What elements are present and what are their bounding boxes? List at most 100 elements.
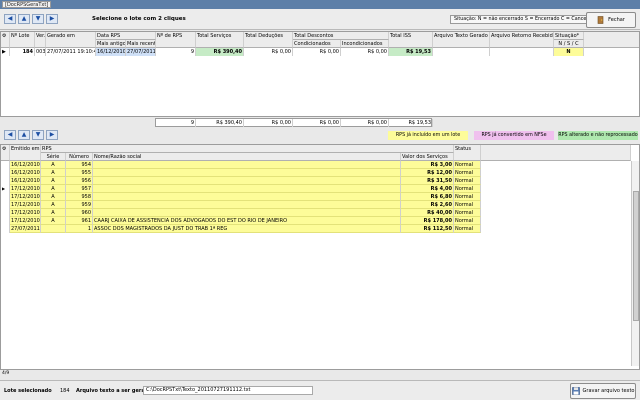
rps-last-button[interactable]: ▶	[46, 130, 58, 140]
rps-serie: A	[41, 217, 66, 225]
col-valor[interactable]: Valor dos Serviços	[401, 153, 454, 161]
col-data-rps[interactable]: Data RPS	[96, 32, 156, 40]
rps-status: Normal	[454, 169, 481, 177]
col-lote[interactable]: Nº Lote	[10, 32, 35, 48]
rps-row[interactable]: ▶ 17/12/2010 A 957 R$ 4,00 Normal	[1, 185, 481, 193]
fechar-button[interactable]: Fechar	[586, 12, 636, 28]
totals-deducoes: R$ 0,00	[244, 119, 293, 127]
arquivo-label: Arquivo texto a ser gerado	[76, 388, 152, 394]
col-situacao-sub[interactable]: N / S / C	[554, 40, 584, 48]
col-total-descontos[interactable]: Total Descontos	[293, 32, 389, 40]
arquivo-path-input[interactable]: C:\DocRPSTxt\Texto_20110727191112.txt	[143, 386, 313, 395]
col-arq-gerado[interactable]: Arquivo Texto Gerado em	[433, 32, 490, 48]
col-serie[interactable]: Série	[41, 153, 66, 161]
lot-row[interactable]: ▶ 184 003 27/07/2011 19:10:46 16/12/2010…	[1, 48, 639, 56]
col-total-iss[interactable]: Total ISS	[389, 32, 433, 48]
row-indicator-icon	[1, 169, 10, 177]
col-condicionados[interactable]: Condicionados	[293, 40, 341, 48]
rps-row[interactable]: 17/12/2010 A 960 R$ 40,00 Normal	[1, 209, 481, 217]
rps-nome: ASSOC DOS MAGISTRADOS DA JUST DO TRAB 1ª…	[93, 225, 401, 233]
rps-emitido: 16/12/2010	[10, 169, 41, 177]
col-mais-recente[interactable]: Mais recente	[126, 40, 156, 48]
rps-serie: A	[41, 169, 66, 177]
scrollbar-thumb[interactable]	[633, 191, 639, 321]
rps-numero: 955	[66, 169, 93, 177]
rps-row[interactable]: 16/12/2010 A 954 R$ 3,00 Normal	[1, 161, 481, 169]
rps-numero: 959	[66, 201, 93, 209]
rps-valor: R$ 31,50	[401, 177, 454, 185]
first-arrow-icon: ◀	[7, 15, 13, 22]
rps-first-button[interactable]: ◀	[4, 130, 16, 140]
col-total-servicos[interactable]: Total Serviços	[196, 32, 244, 48]
lots-grid: ⚙ Nº Lote Ver. Gerado em Data RPS Mais a…	[0, 31, 640, 117]
fechar-label: Fechar	[608, 17, 625, 23]
totals-num-rps: 9	[156, 119, 196, 127]
rps-numero: 957	[66, 185, 93, 193]
rps-serie: A	[41, 201, 66, 209]
first-record-button[interactable]: ◀	[4, 14, 16, 24]
row-indicator-icon	[1, 209, 10, 217]
lot-arq-gerado	[433, 48, 490, 56]
col-num-rps[interactable]: Nº de RPS	[156, 32, 196, 48]
col-emitido[interactable]: Emitido em	[10, 145, 41, 161]
col-rps[interactable]: RPS	[41, 145, 454, 153]
rps-valor: R$ 4,00	[401, 185, 454, 193]
grid-options-icon[interactable]: ⚙	[1, 32, 10, 48]
col-nome[interactable]: Nome/Razão social	[93, 153, 401, 161]
down-arrow-icon: ▼	[35, 131, 41, 138]
lot-situacao: N	[554, 48, 584, 56]
lot-mais-antigo: 16/12/2010	[96, 48, 126, 56]
last-record-button[interactable]: ▶	[46, 14, 58, 24]
lot-incondicionados: R$ 0,00	[341, 48, 389, 56]
row-indicator-icon	[1, 177, 10, 185]
totals-servicos: R$ 390,40	[196, 119, 244, 127]
col-numero[interactable]: Número	[66, 153, 93, 161]
rps-prev-button[interactable]: ▲	[18, 130, 30, 140]
save-disk-icon	[571, 387, 580, 395]
rps-status: Normal	[454, 161, 481, 169]
rps-emitido: 17/12/2010	[10, 193, 41, 201]
rps-nome	[93, 201, 401, 209]
rps-serie: A	[41, 209, 66, 217]
col-incondicionados[interactable]: Incondicionados	[341, 40, 389, 48]
rps-row[interactable]: 16/12/2010 A 956 R$ 31,50 Normal	[1, 177, 481, 185]
rps-numero: 954	[66, 161, 93, 169]
col-status[interactable]: Status	[454, 145, 481, 161]
totals-condicionados: R$ 0,00	[293, 119, 341, 127]
last-arrow-icon: ▶	[49, 15, 55, 22]
col-arq-retorno[interactable]: Arquivo Retorno Recebido em	[490, 32, 554, 48]
rps-numero: 956	[66, 177, 93, 185]
rps-valor: R$ 12,00	[401, 169, 454, 177]
prev-record-button[interactable]: ▲	[18, 14, 30, 24]
rps-emitido: 16/12/2010	[10, 177, 41, 185]
rps-status: Normal	[454, 217, 481, 225]
rps-row[interactable]: 27/07/2011 1 ASSOC DOS MAGISTRADOS DA JUST…	[1, 225, 481, 233]
rps-row[interactable]: 17/12/2010 A 959 R$ 2,60 Normal	[1, 201, 481, 209]
rps-row[interactable]: 17/12/2010 A 958 R$ 6,80 Normal	[1, 193, 481, 201]
rps-emitido: 17/12/2010	[10, 201, 41, 209]
vertical-scrollbar[interactable]	[631, 161, 639, 366]
col-total-deducoes[interactable]: Total Deduções	[244, 32, 293, 48]
up-arrow-icon: ▲	[21, 15, 27, 22]
rps-grid-options-icon[interactable]: ⚙	[1, 145, 10, 161]
next-record-button[interactable]: ▼	[32, 14, 44, 24]
gravar-button[interactable]: Gravar arquivo texto	[570, 383, 636, 399]
header-filler	[584, 32, 639, 48]
mid-toolbar: ◀ ▲ ▼ ▶ RPS já incluído em um lote RPS j…	[0, 129, 640, 143]
title-bar: [DocRPSGeraTxt]	[0, 0, 640, 9]
rps-numero: 1	[66, 225, 93, 233]
lot-total-deducoes: R$ 0,00	[244, 48, 293, 56]
gravar-label: Gravar arquivo texto	[582, 388, 635, 394]
rps-status: Normal	[454, 201, 481, 209]
rps-valor: R$ 2,60	[401, 201, 454, 209]
rps-row[interactable]: 16/12/2010 A 955 R$ 12,00 Normal	[1, 169, 481, 177]
col-ver[interactable]: Ver.	[35, 32, 46, 48]
rps-next-button[interactable]: ▼	[32, 130, 44, 140]
lot-arq-retorno	[490, 48, 554, 56]
col-gerado[interactable]: Gerado em	[46, 32, 96, 48]
rps-row[interactable]: 17/12/2010 A 961 CAARJ CAIXA DE ASSISTENCIA…	[1, 217, 481, 225]
totals-iss: R$ 19,53	[389, 119, 433, 127]
col-mais-antigo[interactable]: Mais antigo	[96, 40, 126, 48]
col-situacao[interactable]: Situação*	[554, 32, 584, 40]
lote-value: 184	[60, 388, 70, 394]
